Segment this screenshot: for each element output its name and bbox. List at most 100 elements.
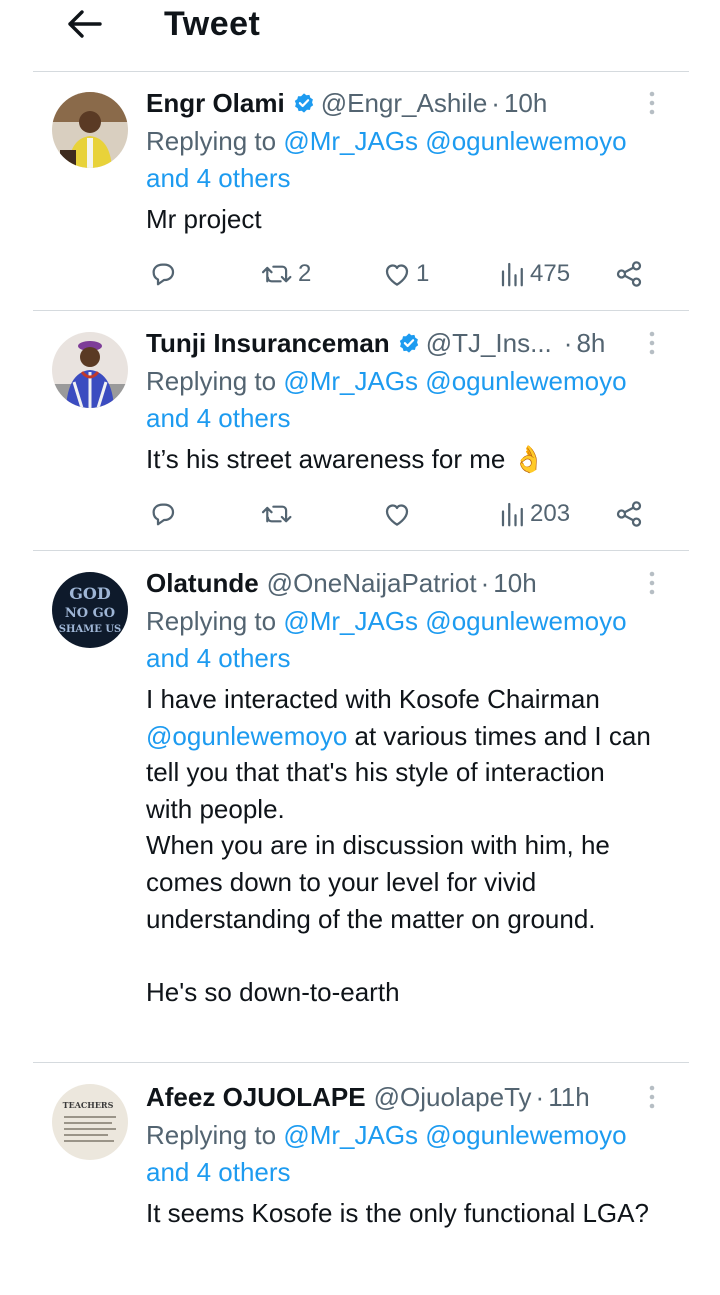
views-icon	[501, 262, 523, 287]
author-name[interactable]: Tunji Insuranceman	[146, 326, 390, 360]
svg-text:GOD: GOD	[69, 584, 111, 603]
tweet-text-part: When you are in discussion with him, he …	[146, 830, 610, 934]
mention-link[interactable]: @ogunlewemoyo	[425, 126, 626, 156]
mention-link[interactable]: @ogunlewemoyo	[425, 606, 626, 636]
more-button[interactable]	[640, 1080, 664, 1114]
divider	[33, 550, 689, 551]
replying-to-label: Replying to	[146, 1120, 277, 1150]
heart-icon	[385, 264, 409, 286]
author-name[interactable]: Afeez OJUOLAPE	[146, 1080, 366, 1114]
retweet-button[interactable]: 2	[260, 254, 311, 294]
views-count: 203	[530, 500, 571, 527]
retweet-icon	[261, 265, 292, 283]
author-handle[interactable]: @OneNaijaPatriot	[267, 566, 477, 600]
separator-dot: ·	[535, 1082, 545, 1112]
tweet-actions: 2 1 475	[146, 254, 656, 294]
verified-badge-icon	[293, 92, 315, 114]
reply-button[interactable]	[148, 494, 182, 534]
tweet-time[interactable]: 8h	[576, 326, 605, 360]
others-link[interactable]: and 4 others	[146, 1157, 291, 1187]
tweet-reply[interactable]: TEACHERS Afeez OJUOLAPE @OjuolapeTy · 11…	[0, 1080, 720, 1295]
retweet-icon	[261, 505, 292, 523]
replying-to: Replying to @Mr_JAGs @ogunlewemoyo and 4…	[146, 603, 656, 677]
author-handle[interactable]: @OjuolapeTy	[374, 1080, 532, 1114]
more-vertical-icon	[649, 1085, 655, 1109]
tweet-header: Engr Olami @Engr_Ashile · 10h	[146, 86, 656, 120]
reply-icon	[152, 263, 175, 286]
avatar[interactable]	[52, 332, 128, 408]
tweet-reply[interactable]: GOD NO GO SHAME US Olatunde @OneNaijaPat…	[0, 566, 720, 1062]
views-button[interactable]: 475	[500, 254, 570, 294]
tweet-text: I have interacted with Kosofe Chairman @…	[146, 681, 656, 1010]
svg-text:NO GO: NO GO	[65, 606, 115, 621]
tweet-body: Engr Olami @Engr_Ashile · 10h Replying t…	[146, 86, 656, 238]
retweet-count: 2	[298, 260, 312, 287]
svg-text:SHAME US: SHAME US	[59, 624, 122, 635]
tweet-time[interactable]: 11h	[548, 1080, 589, 1114]
others-link[interactable]: and 4 others	[146, 403, 291, 433]
retweet-button[interactable]	[260, 494, 298, 534]
like-button[interactable]	[382, 494, 416, 534]
replying-to-label: Replying to	[146, 366, 277, 396]
tweet-text-part: He's so down-to-earth	[146, 976, 400, 1007]
author-handle[interactable]: @Engr_Ashile	[321, 86, 488, 120]
replying-to: Replying to @Mr_JAGs @ogunlewemoyo and 4…	[146, 123, 656, 197]
more-vertical-icon	[649, 91, 655, 115]
views-count: 475	[530, 260, 571, 287]
tweet-text: It seems Kosofe is the only functional L…	[146, 1198, 649, 1228]
back-button[interactable]	[64, 4, 104, 44]
avatar[interactable]: TEACHERS	[52, 1084, 128, 1160]
mention-link[interactable]: @ogunlewemoyo	[425, 366, 626, 396]
replying-to-label: Replying to	[146, 606, 277, 636]
views-icon	[501, 502, 523, 527]
more-button[interactable]	[640, 326, 664, 360]
replying-to: Replying to @Mr_JAGs @ogunlewemoyo and 4…	[146, 1117, 656, 1191]
tweet-reply[interactable]: Engr Olami @Engr_Ashile · 10h Replying t…	[0, 86, 720, 310]
mention-link[interactable]: @Mr_JAGs	[283, 126, 418, 156]
separator-dot: ·	[480, 568, 490, 598]
avatar[interactable]: GOD NO GO SHAME US	[52, 572, 128, 648]
others-link[interactable]: and 4 others	[146, 643, 291, 673]
top-bar: Tweet	[0, 0, 720, 60]
reply-icon	[152, 503, 175, 526]
more-vertical-icon	[649, 571, 655, 595]
tweet-text: Mr project	[146, 204, 262, 234]
separator-dot: ·	[491, 88, 500, 118]
views-button[interactable]: 203	[500, 494, 570, 534]
divider	[33, 310, 689, 311]
share-icon	[616, 501, 642, 527]
divider	[33, 1062, 689, 1063]
tweet-reply[interactable]: Tunji Insuranceman @TJ_Ins... · 8h Reply…	[0, 326, 720, 550]
mention-link[interactable]: @Mr_JAGs	[283, 366, 418, 396]
mention-link[interactable]: @ogunlewemoyo	[425, 1120, 626, 1150]
more-button[interactable]	[640, 566, 664, 600]
like-button[interactable]: 1	[382, 254, 429, 294]
tweet-time[interactable]: 10h	[493, 566, 536, 600]
share-button[interactable]	[614, 494, 644, 534]
author-handle[interactable]: @TJ_Ins...	[426, 326, 552, 360]
others-link[interactable]: and 4 others	[146, 163, 291, 193]
author-name[interactable]: Olatunde	[146, 566, 259, 600]
svg-text:TEACHERS: TEACHERS	[63, 1100, 114, 1110]
more-vertical-icon	[649, 331, 655, 355]
author-name[interactable]: Engr Olami	[146, 86, 285, 120]
like-count: 1	[416, 260, 430, 287]
avatar[interactable]	[52, 92, 128, 168]
tweet-body: Tunji Insuranceman @TJ_Ins... · 8h Reply…	[146, 326, 656, 478]
divider	[33, 71, 689, 72]
replying-to-label: Replying to	[146, 126, 277, 156]
mention-link[interactable]: @Mr_JAGs	[283, 1120, 418, 1150]
separator-dot: ·	[563, 328, 573, 358]
share-icon	[616, 261, 642, 287]
replying-to: Replying to @Mr_JAGs @ogunlewemoyo and 4…	[146, 363, 656, 437]
reply-button[interactable]	[148, 254, 182, 294]
tweet-header: Afeez OJUOLAPE @OjuolapeTy · 11h	[146, 1080, 656, 1114]
arrow-left-icon	[68, 10, 102, 38]
mention-link[interactable]: @Mr_JAGs	[283, 606, 418, 636]
share-button[interactable]	[614, 254, 644, 294]
tweet-header: Olatunde @OneNaijaPatriot · 10h	[146, 566, 656, 600]
mention-link[interactable]: @ogunlewemoyo	[146, 721, 347, 751]
tweet-time[interactable]: 10h	[504, 86, 547, 120]
more-button[interactable]	[640, 86, 664, 120]
heart-icon	[385, 504, 409, 526]
